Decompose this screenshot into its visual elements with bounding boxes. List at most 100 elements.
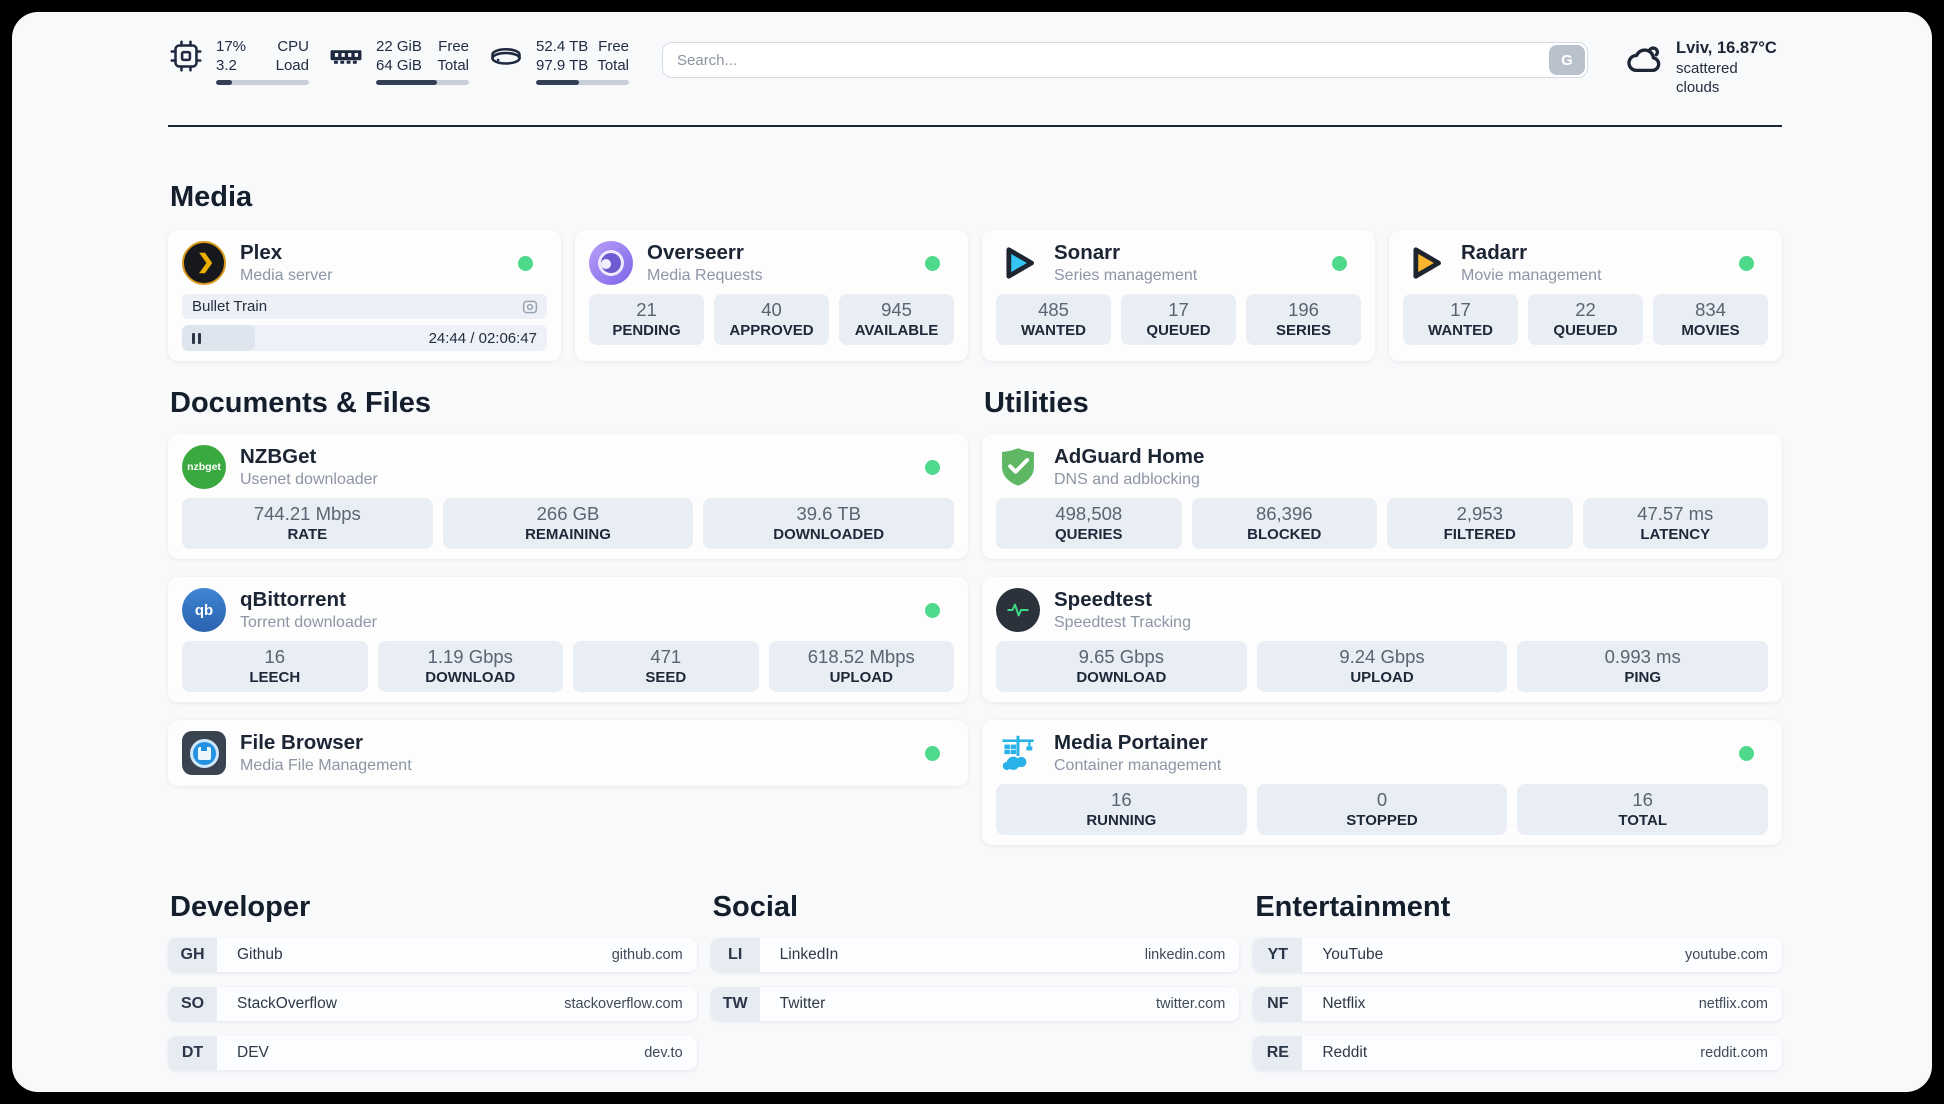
section-title-media: Media [170, 181, 253, 213]
now-playing-title: Bullet Train [192, 298, 268, 315]
bookmark-abbr: SO [168, 987, 217, 1021]
bookmark-name: DEV [237, 1044, 269, 1061]
stat-wanted: 17 WANTED [1403, 294, 1518, 345]
social-column: Social LI LinkedIn linkedin.com TW Twitt… [710, 891, 1240, 1021]
stat-value: 16 [1632, 789, 1653, 810]
bookmark-abbr: DT [168, 1036, 217, 1070]
dashboard-page: 17% 3.2 CPU Load 22 GiB 64 GiB Free Tota… [12, 12, 1932, 1092]
pause-icon[interactable] [192, 332, 201, 344]
disk-free-label: Free [598, 38, 629, 55]
app-subtitle: Media server [240, 267, 333, 284]
app-card-nzbget[interactable]: nzbget NZBGet Usenet downloader 744.21 M… [168, 434, 968, 559]
stat-queries: 498,508 QUERIES [996, 498, 1182, 549]
bookmark-linkedin[interactable]: LI LinkedIn linkedin.com [710, 938, 1240, 972]
app-title: AdGuard Home [1054, 445, 1205, 468]
app-title: Media Portainer [1054, 731, 1208, 754]
plex-logo-icon [182, 241, 226, 285]
app-subtitle: DNS and adblocking [1054, 471, 1200, 488]
stat-value: 618.52 Mbps [807, 646, 915, 667]
app-card-overseerr[interactable]: Overseerr Media Requests 21 PENDING 40 A… [575, 230, 968, 361]
bookmark-youtube[interactable]: YT YouTube youtube.com [1253, 938, 1782, 972]
stat-available: 945 AVAILABLE [839, 294, 954, 345]
search-engine-button[interactable]: G [1549, 45, 1585, 75]
stat-pending: 21 PENDING [589, 294, 704, 345]
stat-label: AVAILABLE [854, 322, 939, 339]
stat-upload: 9.24 Gbps UPLOAD [1256, 641, 1508, 692]
bookmark-url: stackoverflow.com [564, 996, 683, 1012]
stat-value: 834 [1695, 299, 1726, 320]
stat-label: LATENCY [1640, 526, 1711, 543]
app-subtitle: Usenet downloader [240, 471, 378, 488]
speedtest-logo-icon [996, 588, 1040, 632]
stat-value: 22 [1575, 299, 1596, 320]
stat-value: 266 GB [536, 503, 600, 524]
cloud-icon [1624, 38, 1666, 80]
stat-download: 9.65 Gbps DOWNLOAD [996, 641, 1247, 692]
app-card-sonarr[interactable]: Sonarr Series management 485 WANTED 17 Q… [982, 230, 1375, 361]
disk-total-label: Total [597, 56, 629, 74]
bookmark-stackoverflow[interactable]: SO StackOverflow stackoverflow.com [168, 987, 697, 1021]
app-card-adguard[interactable]: AdGuard Home DNS and adblocking 498,508 … [982, 434, 1782, 559]
app-card-speedtest[interactable]: Speedtest Speedtest Tracking 9.65 Gbps D… [982, 577, 1782, 702]
status-online-dot [1739, 745, 1754, 761]
bookmark-dev[interactable]: DT DEV dev.to [168, 1036, 697, 1070]
section-title-developer: Developer [170, 891, 311, 923]
stat-label: UPLOAD [829, 669, 893, 686]
search-input[interactable] [662, 42, 1588, 78]
bookmark-name: LinkedIn [779, 946, 839, 963]
radarr-logo-icon [1403, 241, 1447, 285]
status-online-dot [925, 602, 940, 618]
search-bar: G [662, 42, 1588, 78]
bookmark-github[interactable]: GH Github github.com [168, 938, 697, 972]
bookmark-reddit[interactable]: RE Reddit reddit.com [1253, 1036, 1782, 1070]
bookmark-name: Github [237, 946, 283, 963]
ram-free-value: 22 GiB [376, 38, 422, 55]
stat-label: MOVIES [1681, 322, 1740, 339]
app-card-qbittorrent[interactable]: qb qBittorrent Torrent downloader 16 LEE… [168, 577, 968, 702]
stat-latency: 47.57 ms LATENCY [1582, 498, 1768, 549]
system-metrics: 17% 3.2 CPU Load 22 GiB 64 GiB Free Tota… [168, 38, 629, 85]
stat-label: SERIES [1275, 322, 1332, 339]
cpu-label: CPU [277, 38, 309, 55]
stat-value: 86,396 [1255, 503, 1313, 524]
entertainment-column: Entertainment YT YouTube youtube.com NF … [1253, 891, 1782, 1070]
app-subtitle: Movie management [1461, 267, 1602, 284]
app-card-filebrowser[interactable]: File Browser Media File Management [168, 720, 968, 786]
ram-progress-bar [376, 80, 469, 85]
bookmark-name: YouTube [1322, 946, 1384, 963]
stat-label: RUNNING [1086, 812, 1157, 829]
ram-widget: 22 GiB 64 GiB Free Total [328, 38, 469, 85]
weather-condition: scattered clouds [1676, 60, 1738, 96]
app-subtitle: Speedtest Tracking [1054, 614, 1191, 631]
app-card-plex[interactable]: Plex Media server Bullet Train 24:44 / 0… [168, 230, 561, 361]
playback-progress-bar: 24:44 / 02:06:47 [182, 325, 547, 351]
app-title: Speedtest [1054, 588, 1152, 611]
documents-column: Documents & Files nzbget NZBGet Usenet d… [168, 387, 968, 786]
bookmark-netflix[interactable]: NF Netflix netflix.com [1253, 987, 1782, 1021]
stat-label: REMAINING [525, 526, 611, 543]
app-title: Overseerr [647, 241, 744, 264]
stat-label: PING [1624, 669, 1662, 686]
section-title-utilities: Utilities [984, 387, 1089, 419]
stat-value: 16 [1111, 789, 1132, 810]
weather-widget: Lviv, 16.87°C scattered clouds [1624, 38, 1782, 97]
stat-value: 40 [761, 299, 782, 320]
bookmark-twitter[interactable]: TW Twitter twitter.com [710, 987, 1240, 1021]
status-online-dot [1332, 255, 1347, 271]
bookmark-name: Netflix [1322, 995, 1366, 1012]
stat-label: WANTED [1021, 322, 1086, 339]
app-card-radarr[interactable]: Radarr Movie management 17 WANTED 22 QUE… [1389, 230, 1782, 361]
stat-value: 0 [1376, 789, 1388, 810]
cpu-usage-percent: 17% [216, 38, 247, 55]
bookmark-url: github.com [611, 947, 683, 963]
ram-free-label: Free [438, 38, 469, 55]
app-title: NZBGet [240, 445, 317, 468]
ram-progress-fill [376, 80, 438, 85]
bookmark-url: reddit.com [1700, 1045, 1768, 1061]
app-card-portainer[interactable]: Media Portainer Container management 16 … [982, 720, 1782, 845]
sonarr-logo-icon [996, 241, 1040, 285]
session-screen-icon[interactable] [521, 298, 539, 316]
top-bar: 17% 3.2 CPU Load 22 GiB 64 GiB Free Tota… [168, 38, 1782, 97]
stat-label: RATE [287, 526, 328, 543]
cpu-progress-bar [216, 80, 309, 85]
